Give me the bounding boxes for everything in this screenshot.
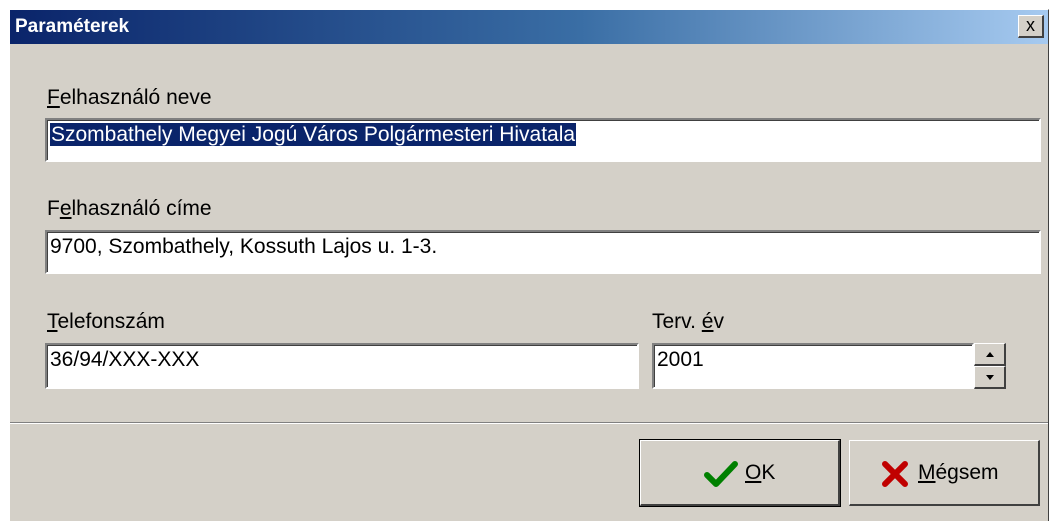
- parameters-dialog: Paraméterek x Felhasználó neve Szombathe…: [9, 9, 1049, 521]
- plan-year-spinner: [974, 343, 1006, 389]
- ok-button[interactable]: OK: [639, 439, 841, 507]
- spin-up-button[interactable]: [974, 343, 1006, 366]
- plan-year-value: 2001: [657, 348, 704, 371]
- plan-year-input[interactable]: 2001: [652, 343, 974, 389]
- cancel-label: Mégsem: [918, 461, 999, 484]
- phone-label: Telefonszám: [47, 310, 165, 333]
- user-name-label: Felhasználó neve: [47, 86, 212, 109]
- title-bar[interactable]: Paraméterek x: [10, 10, 1048, 44]
- footer-separator: [10, 422, 1048, 424]
- cancel-button[interactable]: Mégsem: [849, 440, 1040, 506]
- spin-down-button[interactable]: [974, 366, 1006, 389]
- user-address-value: 9700, Szombathely, Kossuth Lajos u. 1-3.: [50, 235, 438, 258]
- user-name-value: Szombathely Megyei Jogú Város Polgármest…: [50, 123, 577, 146]
- cross-icon: [882, 461, 908, 487]
- ok-label: OK: [745, 461, 776, 484]
- phone-input[interactable]: 36/94/XXX-XXX: [45, 343, 639, 389]
- user-address-label: Felhasználó címe: [47, 197, 212, 220]
- user-name-input[interactable]: Szombathely Megyei Jogú Város Polgármest…: [45, 118, 1041, 162]
- check-icon: [704, 461, 738, 487]
- close-icon: x: [1026, 15, 1035, 35]
- phone-value: 36/94/XXX-XXX: [50, 348, 200, 371]
- arrow-up-icon: [986, 352, 994, 357]
- close-button[interactable]: x: [1018, 15, 1044, 38]
- user-address-input[interactable]: 9700, Szombathely, Kossuth Lajos u. 1-3.: [45, 230, 1041, 274]
- plan-year-label: Terv. év: [652, 310, 724, 333]
- arrow-down-icon: [986, 375, 994, 380]
- window-title: Paraméterek: [15, 16, 130, 37]
